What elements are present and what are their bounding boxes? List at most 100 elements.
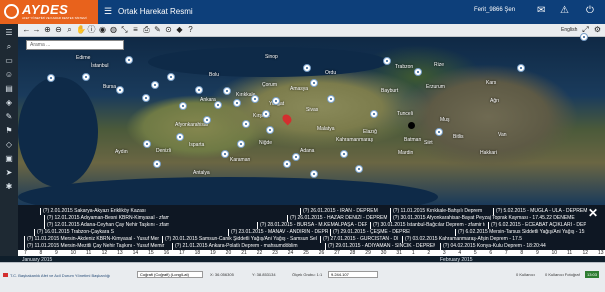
organization-link[interactable]: T.C. Başbakanlık Afet ve Acil Durum Yöne… — [10, 273, 110, 278]
timeline-event[interactable]: (?) 26.01.2015 - HAZAR DENİZİ - DEPREM — [287, 215, 387, 222]
event-marker[interactable] — [370, 110, 378, 118]
timeline-event[interactable]: (?) 26.01.2015 - İRAN - DEPREM — [300, 208, 388, 215]
layers-icon[interactable]: ≡ — [131, 25, 140, 35]
event-marker[interactable] — [303, 64, 311, 72]
event-marker[interactable] — [142, 94, 150, 102]
event-marker[interactable] — [223, 87, 231, 95]
pan-icon[interactable]: ✋ — [76, 25, 86, 35]
event-marker[interactable] — [355, 165, 363, 173]
scale-input[interactable]: 9.244.107 — [328, 271, 378, 278]
close-icon[interactable]: ✕ — [588, 206, 598, 220]
event-marker[interactable] — [125, 56, 133, 64]
help-icon[interactable]: ? — [186, 25, 195, 35]
event-marker[interactable] — [203, 116, 211, 124]
timeline-event[interactable]: (?) 12.01.2015 Adıyaman-Besni KBRN-Kimya… — [44, 215, 169, 222]
timeline-event[interactable]: (?) 5.02.2015 - MUĞLA - ULA - DEPREM — [493, 208, 588, 215]
event-marker[interactable] — [580, 33, 588, 41]
app-logo[interactable]: AYDES AFET YÖNETİMİ VE KARAR DESTEK SİST… — [0, 0, 98, 24]
event-marker[interactable] — [292, 153, 300, 161]
event-marker[interactable] — [153, 160, 161, 168]
timeline-event[interactable]: (?) 16.01.2015 Trabzon-Çaykara S... — [34, 229, 114, 236]
print-icon[interactable]: ⎙ — [142, 25, 151, 35]
timeline-event[interactable]: (?) 6.02.2015 - ECEABAT AÇIKLARI - DEPRE… — [488, 222, 586, 229]
event-marker[interactable] — [143, 140, 151, 148]
event-marker[interactable] — [383, 57, 391, 65]
event-marker[interactable] — [262, 110, 270, 118]
event-marker[interactable] — [237, 140, 245, 148]
event-marker[interactable] — [266, 126, 274, 134]
list-icon[interactable]: ☰ — [4, 28, 14, 38]
timeline-event[interactable]: (?) 29.01.2015 - ADIYAMAN - SİNCİK - DEP… — [325, 243, 435, 250]
active-event-marker[interactable] — [408, 122, 415, 129]
event-marker[interactable] — [195, 86, 203, 94]
event-marker[interactable] — [251, 95, 259, 103]
zoom-out-icon[interactable]: ⊖ — [54, 25, 63, 35]
event-marker[interactable] — [179, 102, 187, 110]
alert-icon[interactable]: ◆ — [175, 25, 184, 35]
event-marker[interactable] — [82, 73, 90, 81]
event-marker[interactable] — [116, 86, 124, 94]
mail-icon[interactable]: ✉ — [537, 5, 545, 16]
chart-icon[interactable]: ▤ — [4, 84, 14, 94]
zoom-box-icon[interactable]: ⌕ — [65, 25, 74, 35]
event-marker[interactable] — [221, 150, 229, 158]
event-marker[interactable] — [176, 133, 184, 141]
event-marker[interactable] — [47, 74, 55, 82]
document-icon[interactable]: ▣ — [4, 154, 14, 164]
forward-icon[interactable]: → — [32, 25, 41, 35]
event-marker[interactable] — [283, 160, 291, 168]
event-marker[interactable] — [151, 81, 159, 89]
eye-icon[interactable]: ◉ — [98, 25, 107, 35]
event-marker[interactable] — [214, 101, 222, 109]
timeline-event[interactable]: (?) 23.01.2015 - MANAV - ANDIRIN - DEPRE… — [228, 229, 328, 236]
draw-icon[interactable]: ✎ — [153, 25, 162, 35]
menu-icon[interactable]: ☰ — [104, 6, 112, 17]
event-marker[interactable] — [327, 95, 335, 103]
zoom-in-icon[interactable]: ⊕ — [43, 25, 52, 35]
event-marker[interactable] — [167, 73, 175, 81]
event-marker[interactable] — [310, 79, 318, 87]
event-marker[interactable] — [414, 68, 422, 76]
timeline-event[interactable]: (?) 11.01.2015 Mersin-Mezitli Çay Nehir … — [24, 243, 169, 250]
timeline-event[interactable]: (?) 21.01.2015 Ankara-Polatlı Deprem - m… — [172, 243, 322, 250]
sign-out-icon[interactable]: ⏻ — [586, 5, 594, 16]
pin-icon[interactable]: ◈ — [4, 98, 14, 108]
timeline-event[interactable]: (?) 29.01.2015 - ÇEŞME - DEPREM — [330, 229, 410, 236]
language-selector[interactable]: English — [561, 27, 577, 33]
globe-icon[interactable]: ◍ — [109, 25, 118, 35]
event-marker[interactable] — [242, 120, 250, 128]
locate-icon[interactable]: ⊙ — [164, 25, 173, 35]
timeline-event[interactable]: (?) 27.01.2015 - GÜRCİSTAN - DEPREM — [320, 236, 398, 243]
edit-icon[interactable]: ✎ — [4, 112, 14, 122]
settings-icon[interactable]: ⚙ — [593, 25, 602, 35]
users-icon[interactable]: ☺ — [4, 70, 14, 80]
timeline-event[interactable]: (?) 04.02.2015 Konya-Kulu Deprem - 18:20… — [440, 243, 560, 250]
settings-side-icon[interactable]: ✱ — [4, 182, 14, 192]
measure-icon[interactable]: ⤡ — [120, 25, 129, 35]
event-marker[interactable] — [340, 150, 348, 158]
timeline-event[interactable]: (?) 03.02.2015 Kahramanmaraş-Afşin Depre… — [402, 236, 522, 243]
user-name[interactable]: Ferit_9866 Şen — [474, 7, 515, 13]
timeline-event[interactable]: (?) 20.01.2015 Samsun-Canik Şiddetli Yağ… — [162, 236, 317, 243]
timeline-event[interactable]: (?) 11.01.2015 Kırıkkale-Bahşılı Deprem — [390, 208, 490, 215]
event-marker[interactable] — [272, 97, 280, 105]
timeline-event[interactable]: (?) 30.01.2015 Afyonkarahisar-Bayat Peyz… — [390, 215, 585, 222]
flag-icon[interactable]: ⚑ — [4, 126, 14, 136]
notification-icon[interactable]: ⚠ — [560, 5, 569, 16]
timeline-event[interactable]: (?) 30.01.2015 İstanbul-Bağcılar Deprem … — [370, 222, 485, 229]
event-marker[interactable] — [233, 99, 241, 107]
timeline-event[interactable]: (?) 6.02.2015 Mersin-Tarsus Siddetli Yağ… — [455, 229, 585, 236]
timeline-event[interactable]: (?) 28.01.2015 - BURSA - M.KEMALPAŞA - D… — [257, 222, 367, 229]
event-marker[interactable] — [517, 64, 525, 72]
tag-icon[interactable]: ◇ — [4, 140, 14, 150]
back-icon[interactable]: ← — [22, 25, 31, 35]
info-icon[interactable]: ⓘ — [87, 25, 96, 35]
search-icon[interactable]: ⌕ — [4, 42, 14, 52]
timeline-event[interactable]: (?) 2.01.2015 Sakarya-Akyazı Erikliköy K… — [40, 208, 160, 215]
timeline-event[interactable]: (?) 11.01.2015 Mersin-Akdeniz KBRN-Kimya… — [24, 236, 159, 243]
navigate-icon[interactable]: ➤ — [4, 168, 14, 178]
map-search-input[interactable]: Arama ... — [26, 40, 124, 50]
timeline-event[interactable]: (?) 12.01.2015 Adana-Ceyhan Çay Nehir Ta… — [44, 222, 169, 229]
event-marker[interactable] — [435, 128, 443, 136]
event-marker[interactable] — [310, 170, 318, 178]
